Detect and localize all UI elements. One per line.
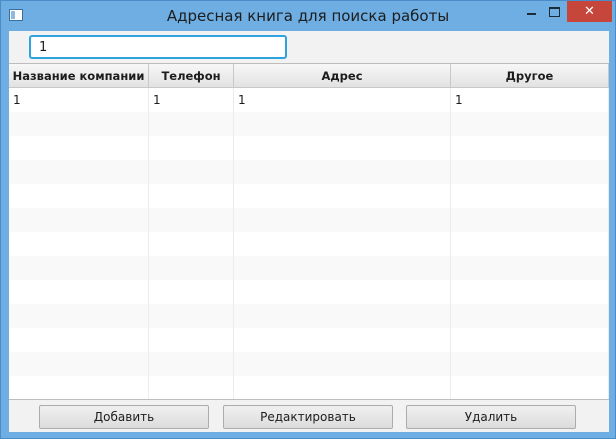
- cell-phone[interactable]: [149, 160, 234, 184]
- cell-other[interactable]: [451, 184, 609, 208]
- cell-phone[interactable]: [149, 376, 234, 399]
- cell-phone[interactable]: 1: [149, 88, 234, 112]
- cell-other[interactable]: [451, 304, 609, 328]
- cell-phone[interactable]: [149, 208, 234, 232]
- cell-other[interactable]: [451, 232, 609, 256]
- search-input[interactable]: [29, 35, 287, 59]
- cell-company[interactable]: [9, 160, 149, 184]
- cell-other[interactable]: [451, 136, 609, 160]
- table-row[interactable]: [9, 136, 609, 160]
- cell-address[interactable]: [234, 112, 451, 136]
- title-bar[interactable]: Адресная книга для поиска работы ✕: [1, 1, 615, 31]
- cell-phone[interactable]: [149, 280, 234, 304]
- table-row[interactable]: [9, 232, 609, 256]
- close-button[interactable]: ✕: [567, 1, 612, 22]
- table-row[interactable]: [9, 328, 609, 352]
- cell-address[interactable]: [234, 160, 451, 184]
- cell-company[interactable]: [9, 184, 149, 208]
- cell-phone[interactable]: [149, 136, 234, 160]
- cell-other[interactable]: [451, 280, 609, 304]
- table-row[interactable]: [9, 304, 609, 328]
- cell-company[interactable]: [9, 376, 149, 399]
- cell-other[interactable]: [451, 376, 609, 399]
- cell-address[interactable]: [234, 352, 451, 376]
- close-icon: ✕: [584, 4, 595, 19]
- table-row[interactable]: [9, 280, 609, 304]
- maximize-button[interactable]: [541, 1, 568, 22]
- add-button[interactable]: Добавить: [39, 405, 209, 429]
- cell-company[interactable]: [9, 328, 149, 352]
- cell-other[interactable]: [451, 208, 609, 232]
- cell-other[interactable]: [451, 328, 609, 352]
- app-window: Адресная книга для поиска работы ✕ Назва…: [0, 0, 616, 439]
- table-row[interactable]: [9, 112, 609, 136]
- cell-address[interactable]: [234, 136, 451, 160]
- cell-address[interactable]: [234, 280, 451, 304]
- cell-company[interactable]: [9, 256, 149, 280]
- cell-other[interactable]: [451, 160, 609, 184]
- cell-company[interactable]: [9, 304, 149, 328]
- cell-phone[interactable]: [149, 112, 234, 136]
- cell-address[interactable]: [234, 328, 451, 352]
- cell-address[interactable]: [234, 376, 451, 399]
- cell-company[interactable]: [9, 352, 149, 376]
- cell-company[interactable]: [9, 280, 149, 304]
- cell-address[interactable]: [234, 256, 451, 280]
- minimize-icon: [527, 12, 536, 15]
- column-header-phone[interactable]: Телефон: [149, 64, 234, 87]
- cell-phone[interactable]: [149, 184, 234, 208]
- cell-company[interactable]: [9, 112, 149, 136]
- cell-address[interactable]: [234, 184, 451, 208]
- cell-other[interactable]: 1: [451, 88, 609, 112]
- cell-address[interactable]: [234, 208, 451, 232]
- table-body: 1111: [9, 88, 609, 399]
- cell-other[interactable]: [451, 112, 609, 136]
- column-header-company[interactable]: Название компании: [9, 64, 149, 87]
- table-row[interactable]: [9, 256, 609, 280]
- maximize-icon: [549, 6, 560, 17]
- table-row[interactable]: [9, 376, 609, 399]
- edit-button[interactable]: Редактировать: [223, 405, 393, 429]
- cell-phone[interactable]: [149, 256, 234, 280]
- cell-phone[interactable]: [149, 328, 234, 352]
- table-row[interactable]: [9, 352, 609, 376]
- column-header-other[interactable]: Другое: [451, 64, 609, 87]
- cell-other[interactable]: [451, 352, 609, 376]
- cell-company[interactable]: [9, 136, 149, 160]
- cell-address[interactable]: [234, 304, 451, 328]
- cell-phone[interactable]: [149, 352, 234, 376]
- delete-button[interactable]: Удалить: [406, 405, 576, 429]
- table-row[interactable]: [9, 184, 609, 208]
- table-row[interactable]: [9, 208, 609, 232]
- cell-phone[interactable]: [149, 304, 234, 328]
- column-header-address[interactable]: Адрес: [234, 64, 451, 87]
- cell-address[interactable]: [234, 232, 451, 256]
- cell-company[interactable]: [9, 232, 149, 256]
- table-row[interactable]: [9, 160, 609, 184]
- button-bar: Добавить Редактировать Удалить: [9, 401, 609, 432]
- table-row[interactable]: 1111: [9, 88, 609, 112]
- cell-company[interactable]: 1: [9, 88, 149, 112]
- cell-other[interactable]: [451, 256, 609, 280]
- contacts-table: Название компании Телефон Адрес Другое 1…: [9, 63, 609, 400]
- cell-phone[interactable]: [149, 232, 234, 256]
- cell-address[interactable]: 1: [234, 88, 451, 112]
- cell-company[interactable]: [9, 208, 149, 232]
- client-area: Название компании Телефон Адрес Другое 1…: [9, 31, 609, 432]
- table-header: Название компании Телефон Адрес Другое: [9, 64, 609, 88]
